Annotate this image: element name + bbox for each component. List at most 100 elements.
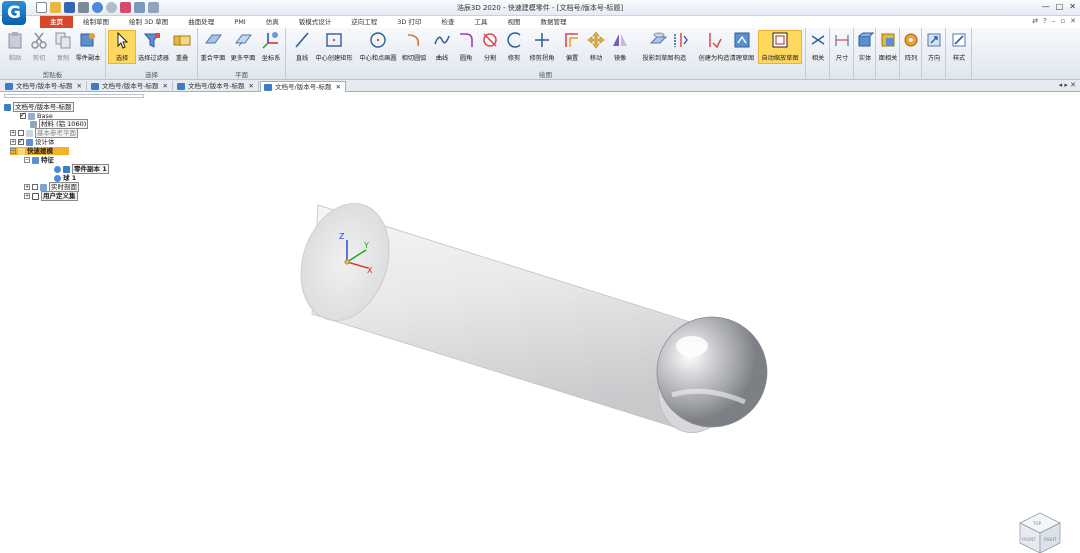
clean-sketch-button[interactable]: 清理草图: [728, 31, 756, 62]
trim-corner-icon: [533, 31, 551, 49]
axis-z-label: Z: [339, 232, 345, 241]
group-clipboard: 粘贴 剪切 复制 零件副本 剪贴板: [0, 28, 106, 80]
mirror-button[interactable]: 镜像: [606, 31, 634, 62]
minimize-button[interactable]: —: [1042, 2, 1050, 11]
auto-zoom-sketch-button[interactable]: 自动缩放草图: [758, 30, 802, 64]
style-button[interactable]: 样式: [945, 31, 973, 62]
tree-sphere[interactable]: 球 1: [54, 174, 76, 182]
ribbon-tab-8[interactable]: 3D 打印: [387, 16, 431, 28]
help-icon[interactable]: ?: [1043, 17, 1047, 25]
view-cube-top-label: TOP: [1032, 521, 1042, 526]
tab-scroll-arrows[interactable]: ◂ ▸ ✕: [1059, 81, 1076, 89]
window-title: 浩辰3D 2020 - 快速建模零件 - [文档号/版本号-标题]: [456, 4, 624, 12]
center-rect-button[interactable]: 中心创建矩形: [314, 31, 354, 62]
line-button[interactable]: 直线: [288, 31, 316, 62]
construct-button[interactable]: 构造: [666, 31, 694, 62]
tree-ref-planes[interactable]: + 基本参考平面: [10, 128, 78, 138]
tree-root[interactable]: 文档号/版本号-标题: [4, 102, 74, 112]
direction-button[interactable]: 方向: [920, 31, 948, 62]
group-pattern: 阵列: [900, 28, 922, 80]
copy-button[interactable]: 复制: [49, 31, 77, 62]
ribbon-tab-5[interactable]: 仿真: [256, 16, 289, 28]
face-related-icon: [879, 31, 897, 49]
part-doc-icon: [4, 103, 11, 111]
live-section-checkbox[interactable]: [32, 184, 38, 190]
ribbon-restore-icon[interactable]: ▫: [1060, 17, 1065, 25]
part-copy-button[interactable]: 零件副本: [74, 31, 102, 62]
group-plane: 重合平面 更多平面 坐标系 平面: [198, 28, 286, 80]
ribbon-tab-3[interactable]: 曲面处理: [178, 16, 224, 28]
app-logo[interactable]: G: [2, 1, 26, 25]
tangent-arc-button[interactable]: 相切圆弧: [400, 31, 428, 62]
ribbon-tab-2[interactable]: 绘制 3D 草图: [119, 16, 178, 28]
3d-viewport[interactable]: Z Y X TOP FRONT RIGHT: [0, 93, 1080, 553]
maximize-button[interactable]: □: [1056, 2, 1064, 11]
ribbon-minimize-icon[interactable]: –: [1052, 17, 1056, 25]
expand-icon[interactable]: +: [24, 193, 30, 199]
user-set-icon: [32, 192, 39, 200]
project-icon: [649, 31, 668, 49]
ribbon-tab-0[interactable]: 主页: [40, 16, 73, 28]
circle-icon: [369, 31, 387, 49]
close-tab-icon[interactable]: ✕: [163, 82, 168, 90]
dimension-icon: [833, 31, 851, 49]
doc-tab-2[interactable]: 文档号/版本号-标题 ✕: [88, 81, 173, 92]
center-circle-button[interactable]: 中心和点画圆: [358, 31, 398, 62]
pattern-icon: [902, 31, 920, 49]
document-tabs: 文档号/版本号-标题 ✕ 文档号/版本号-标题 ✕ 文档号/版本号-标题 ✕ 文档号/…: [0, 80, 1080, 92]
ribbon-tab-12[interactable]: 数据管理: [530, 16, 576, 28]
clean-sketch-icon: [733, 31, 751, 49]
ribbon-tab-4[interactable]: PMI: [224, 16, 255, 28]
ribbon-tab-11[interactable]: 视图: [497, 16, 530, 28]
overlap-button[interactable]: 重叠: [168, 31, 196, 62]
base-checkbox[interactable]: [20, 111, 26, 119]
close-tab-icon[interactable]: ✕: [336, 83, 341, 91]
trim-corner-button[interactable]: 修剪拐角: [526, 31, 558, 62]
trim-button[interactable]: 修剪: [500, 31, 528, 62]
doc-tab-1[interactable]: 文档号/版本号-标题 ✕: [2, 81, 87, 92]
doc-tab-4[interactable]: 文档号/版本号-标题 ✕: [260, 81, 346, 92]
design-body-checkbox[interactable]: [18, 137, 24, 145]
tree-live-section[interactable]: + 实时剖面: [24, 182, 79, 192]
collapse-icon[interactable]: −: [10, 148, 16, 154]
scissors-icon: [30, 31, 48, 49]
tree-quick-model[interactable]: − 快速建模: [10, 147, 69, 155]
coord-system-button[interactable]: 坐标系: [257, 31, 285, 62]
create-construct-button[interactable]: 创建为构造: [696, 31, 732, 62]
swap-icon[interactable]: ⇄: [1032, 17, 1038, 25]
ref-planes-checkbox[interactable]: [18, 130, 24, 136]
close-button[interactable]: ✕: [1069, 2, 1076, 11]
collapse-icon[interactable]: −: [24, 157, 30, 163]
group-draw: 直线 中心创建矩形 中心和点画圆 相切圆弧 曲线 圆角 分割 修剪 修剪拐角 偏…: [286, 28, 806, 80]
tree-material[interactable]: 材料 (铝 1060): [30, 119, 89, 129]
ribbon-tab-9[interactable]: 检查: [431, 16, 464, 28]
more-planes-button[interactable]: 更多平面: [229, 31, 257, 62]
close-tab-icon[interactable]: ✕: [77, 82, 82, 90]
expand-icon[interactable]: +: [10, 139, 16, 145]
tree-part-copy[interactable]: 零件副本 1: [54, 164, 109, 174]
select-filter-button[interactable]: 选择过滤器: [138, 31, 169, 62]
close-tab-icon[interactable]: ✕: [249, 82, 254, 90]
coincident-plane-button[interactable]: 重合平面: [199, 31, 227, 62]
ribbon: 粘贴 剪切 复制 零件副本 剪贴板 选择 选择过滤器 重叠 选择 重合平面 更多…: [0, 28, 1080, 80]
window-controls: — □ ✕: [1042, 2, 1076, 11]
ribbon-tab-6[interactable]: 钣模式设计: [289, 16, 342, 28]
sphere-cap[interactable]: [656, 316, 768, 428]
expand-icon[interactable]: +: [24, 184, 30, 190]
select-button[interactable]: 选择: [108, 30, 136, 64]
plane-icon: [204, 31, 222, 49]
tree-search-box[interactable]: [4, 94, 144, 98]
tree-user-sets[interactable]: + 用户定义集: [24, 191, 78, 201]
ribbon-tab-10[interactable]: 工具: [464, 16, 497, 28]
tree-design-body[interactable]: +设计体: [10, 137, 55, 146]
ribbon-close-icon[interactable]: ✕: [1070, 17, 1076, 25]
ribbon-tab-1[interactable]: 绘制草图: [73, 16, 119, 28]
trim-icon: [505, 31, 523, 49]
view-cube[interactable]: TOP FRONT RIGHT: [1019, 512, 1061, 553]
doc-tab-3[interactable]: 文档号/版本号-标题 ✕: [174, 81, 259, 92]
tree-features[interactable]: − 特征: [24, 156, 54, 164]
group-relate: 相关: [806, 28, 830, 80]
expand-icon[interactable]: +: [10, 130, 16, 136]
ribbon-tab-7[interactable]: 逆向工程: [341, 16, 387, 28]
mirror-icon: [611, 31, 629, 49]
